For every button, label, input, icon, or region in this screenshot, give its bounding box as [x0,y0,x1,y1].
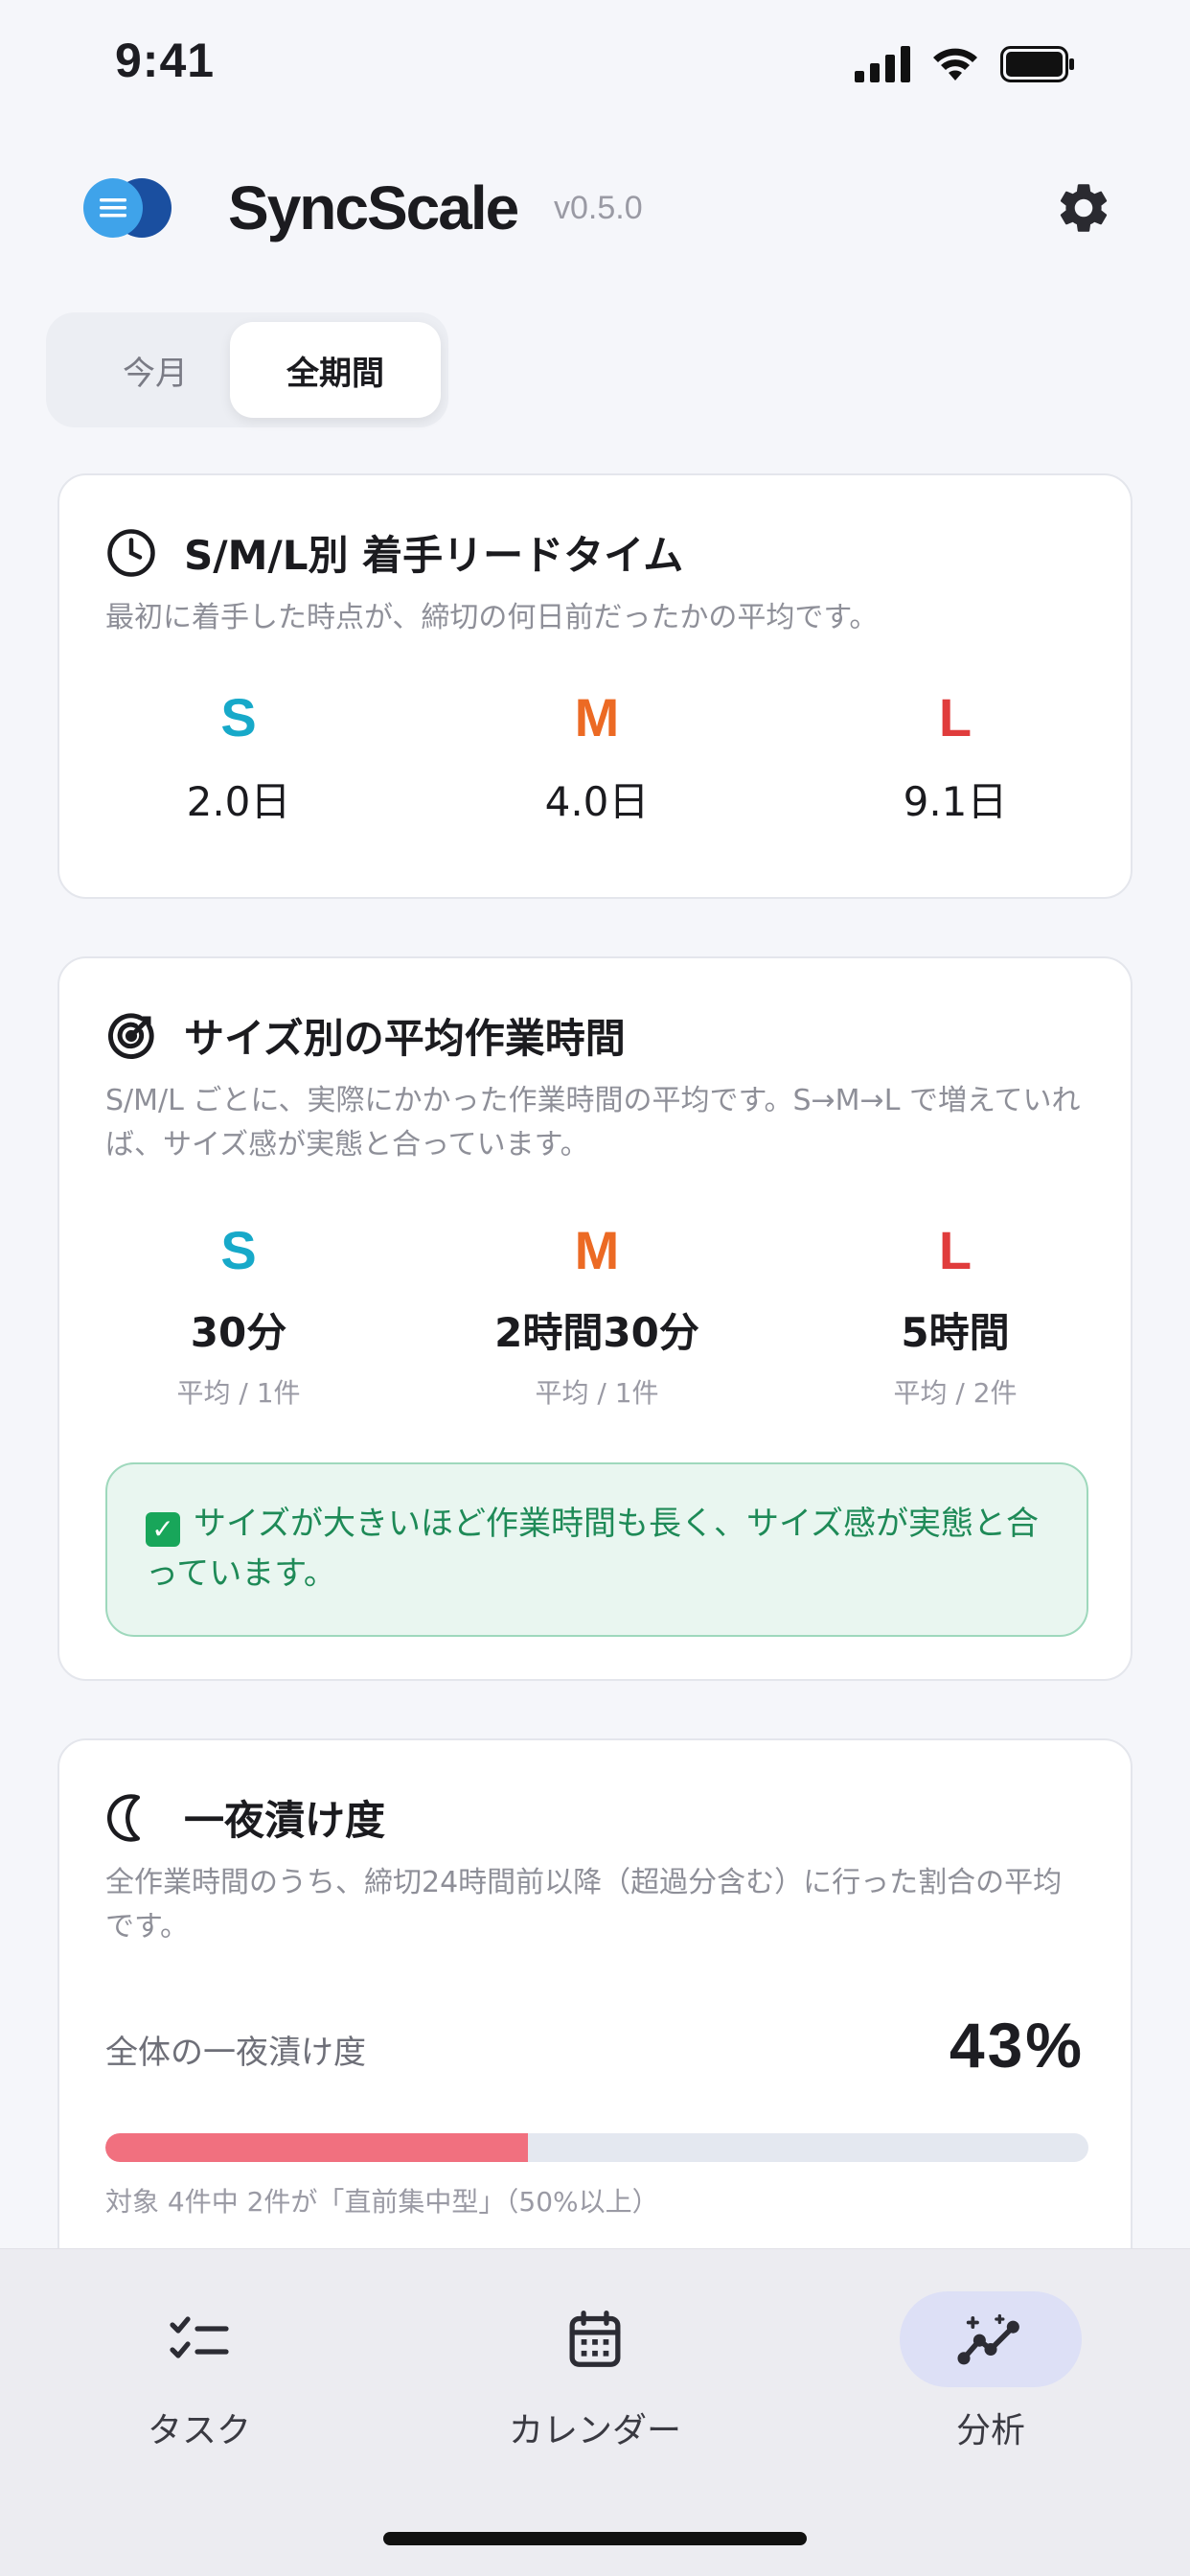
work-time-sub-m: 平均 / 1件 [535,1377,659,1409]
lead-time-card-description: 最初に着手した時点が、締切の何日前だったかの平均です。 [105,601,879,634]
home-indicator [383,2532,807,2545]
overnight-card-header: 一夜漬け度 [105,1788,385,1847]
size-m-label: M [574,687,620,748]
app-version: v0.5.0 [554,190,643,226]
work-time-card-title: サイズ別の平均作業時間 [184,1015,626,1062]
work-time-card-header: サイズ別の平均作業時間 [105,1006,626,1065]
calendar-icon [569,2310,621,2367]
work-time-value-m: 2時間30分 [494,1309,699,1356]
tab-calendar[interactable]: カレンダー [451,2291,739,2452]
work-time-card: サイズ別の平均作業時間 S/M/L ごとに、実際にかかった作業時間の平均です。S… [57,956,1133,1681]
work-time-stats: S 30分 平均 / 1件 M 2時間30分 平均 / 1件 L 5時間 平均 … [59,1219,1134,1411]
cellular-signal-icon [855,46,910,82]
size-fit-notice: ✓ サイズが大きいほど作業時間も長く、サイズ感が実態と合っています。 [105,1462,1088,1637]
overnight-card-description: 全作業時間のうち、締切24時間前以降（超過分含む）に行った割合の平均です。 [105,1866,1063,1944]
work-time-sub-s: 平均 / 1件 [176,1377,301,1409]
overnight-overall-value: 43% [949,2010,1085,2081]
bottom-tab-bar: タスク カレンダー 分析 [0,2248,1190,2576]
app-title: SyncScale [228,173,519,242]
work-time-value-s: 30分 [190,1309,287,1356]
status-icons [855,46,1075,82]
size-m-label: M [574,1220,620,1280]
lead-time-value-m: 4.0日 [544,778,650,825]
lead-time-value-s: 2.0日 [186,778,291,825]
overnight-caption: 対象 4件中 2件が「直前集中型」（50%以上） [105,2186,659,2218]
size-s-label: S [220,1220,257,1280]
wifi-icon [933,48,977,80]
tab-all-time[interactable]: 全期間 [230,322,441,418]
tab-calendar-label: カレンダー [508,2411,681,2450]
work-time-card-description: S/M/L ごとに、実際にかかった作業時間の平均です。S→M→L で増えていれば… [105,1084,1081,1162]
check-mark-icon: ✓ [146,1512,180,1547]
target-icon [108,1012,154,1059]
tab-tasks[interactable]: タスク [56,2291,343,2452]
overnight-progress-bar [105,2133,1088,2162]
tab-analytics[interactable]: 分析 [847,2291,1134,2452]
moon-icon [106,1793,140,1842]
lead-time-stat-l: L 9.1日 [776,686,1134,828]
work-time-stat-m: M 2時間30分 平均 / 1件 [418,1219,776,1411]
overnight-overall-row: 全体の一夜漬け度 43% [105,2009,1085,2085]
lead-time-stat-m: M 4.0日 [418,686,776,828]
app-header: SyncScale v0.5.0 [0,163,1190,253]
lead-time-card-title: S/M/L別 着手リードタイム [184,532,684,579]
size-fit-notice-text: サイズが大きいほど作業時間も長く、サイズ感が実態と合っています。 [146,1505,1039,1593]
status-time: 9:41 [115,34,216,87]
work-time-sub-l: 平均 / 2件 [893,1377,1018,1409]
tab-tasks-label: タスク [147,2411,251,2450]
overnight-card-title: 一夜漬け度 [184,1797,386,1844]
work-time-stat-s: S 30分 平均 / 1件 [59,1219,418,1411]
checklist-icon [170,2316,229,2358]
lead-time-stat-s: S 2.0日 [59,686,418,828]
work-time-stat-l: L 5時間 平均 / 2件 [776,1219,1134,1411]
overnight-progress-fill [105,2133,529,2162]
overnight-overall-label: 全体の一夜漬け度 [105,2034,366,2072]
status-bar: 9:41 [0,0,1190,130]
size-l-label: L [938,687,973,748]
analytics-icon [957,2313,1019,2365]
lead-time-card-header: S/M/L別 着手リードタイム [105,523,683,582]
tab-this-month[interactable]: 今月 [59,322,251,418]
size-l-label: L [938,1220,973,1280]
app-logo-icon [83,178,172,238]
clock-icon [107,528,155,577]
lead-time-value-l: 9.1日 [903,778,1008,825]
tab-analytics-label: 分析 [955,2411,1025,2450]
work-time-value-l: 5時間 [901,1309,1010,1356]
settings-gear-icon[interactable] [1054,178,1113,238]
battery-icon [1000,46,1074,82]
lead-time-stats: S 2.0日 M 4.0日 L 9.1日 [59,686,1134,828]
lead-time-card: S/M/L別 着手リードタイム 最初に着手した時点が、締切の何日前だったかの平均… [57,473,1133,899]
period-segmented-control: 今月 全期間 [46,312,448,427]
size-s-label: S [220,687,257,748]
